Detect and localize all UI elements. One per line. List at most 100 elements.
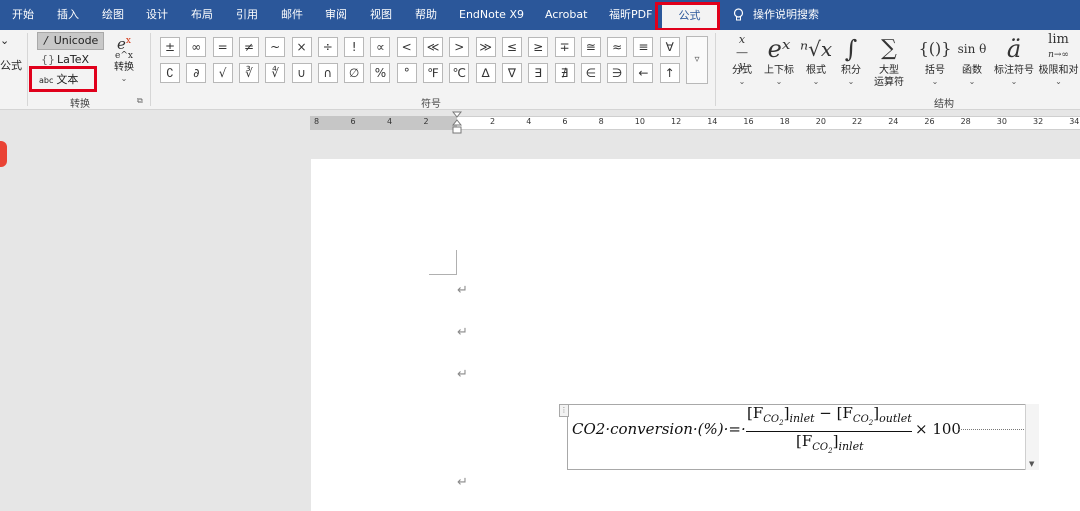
- equation-denominator: [FCO2]inlet: [796, 432, 864, 455]
- script-icon: eˣ: [767, 35, 791, 63]
- ruler-number: 26: [924, 117, 935, 126]
- function-button[interactable]: sin θ 函数 ⌄: [954, 33, 990, 86]
- ribbon-separator: [27, 33, 28, 106]
- symbol-button[interactable]: =: [212, 37, 233, 57]
- large-operator-label: 大型: [879, 65, 899, 76]
- tab-layout[interactable]: 布局: [191, 0, 213, 30]
- tab-help[interactable]: 帮助: [415, 0, 437, 30]
- symbol-button[interactable]: ∀: [659, 37, 680, 57]
- symbol-button[interactable]: ×: [291, 37, 312, 57]
- symbol-button[interactable]: ∃: [528, 63, 549, 83]
- accent-button[interactable]: ä 标注符号 ⌄: [992, 33, 1036, 86]
- symbol-button[interactable]: <: [396, 37, 417, 57]
- text-button[interactable]: abc 文本: [37, 72, 95, 88]
- tab-equation[interactable]: 公式: [662, 3, 717, 30]
- tab-insert[interactable]: 插入: [57, 0, 79, 30]
- symbol-button[interactable]: ∄: [554, 63, 575, 83]
- paragraph-mark: ↵: [457, 325, 468, 340]
- symbol-button[interactable]: ≤: [501, 37, 522, 57]
- fraction-button[interactable]: x ― y 分式 ⌄: [725, 33, 759, 86]
- tab-acrobat[interactable]: Acrobat: [545, 0, 587, 30]
- tell-me-search[interactable]: 操作说明搜索: [753, 0, 819, 30]
- fraction-icon: x ― y: [736, 33, 748, 72]
- symbol-button[interactable]: ∩: [317, 63, 338, 83]
- symbol-button[interactable]: ≅: [580, 37, 601, 57]
- symbol-button[interactable]: ∂: [186, 63, 207, 83]
- limit-icon: lim n→∞: [1048, 33, 1069, 60]
- equation-lhs: CO2·conversion·(%)·=·: [572, 420, 746, 438]
- ruler-number: 8: [598, 117, 604, 126]
- symbol-button[interactable]: ∈: [580, 63, 601, 83]
- tab-mailings[interactable]: 邮件: [281, 0, 303, 30]
- symbol-button[interactable]: ∅: [344, 63, 365, 83]
- symbol-button[interactable]: !: [344, 37, 365, 57]
- integral-label: 积分: [841, 65, 861, 76]
- symbol-button[interactable]: ≠: [238, 37, 259, 57]
- symbol-button[interactable]: ∜: [265, 63, 286, 83]
- symbol-button[interactable]: ∁: [160, 63, 180, 83]
- symbol-button[interactable]: ∛: [238, 63, 259, 83]
- side-tab-badge[interactable]: [0, 141, 7, 167]
- latex-label: LaTeX: [57, 53, 90, 66]
- insert-equation-label[interactable]: 公式: [0, 57, 22, 73]
- denominator-term-sub: CO: [812, 442, 829, 453]
- tab-review[interactable]: 审阅: [325, 0, 347, 30]
- symbol-button[interactable]: ∋: [607, 63, 628, 83]
- symbol-button[interactable]: ≡: [633, 37, 654, 57]
- convert-dialog-launcher-icon[interactable]: ⧉: [137, 96, 143, 106]
- symbol-button[interactable]: ∆: [475, 63, 496, 83]
- text-label: 文本: [56, 73, 79, 86]
- indent-marker-icon[interactable]: [452, 111, 462, 138]
- symbol-button[interactable]: ←: [633, 63, 654, 83]
- bracket-button[interactable]: {()} 括号 ⌄: [917, 33, 953, 86]
- equation-handle-icon[interactable]: ⋮: [559, 404, 569, 417]
- symbol-button[interactable]: ∝: [370, 37, 391, 57]
- symbol-button[interactable]: ∇: [501, 63, 522, 83]
- symbol-button[interactable]: ≈: [607, 37, 628, 57]
- symbol-button[interactable]: ≫: [475, 37, 496, 57]
- tab-references[interactable]: 引用: [236, 0, 258, 30]
- symbol-button[interactable]: ±: [160, 37, 180, 57]
- limit-log-button[interactable]: lim n→∞ 极限和对 ⌄: [1037, 33, 1080, 86]
- large-operator-button[interactable]: ∑ 大型 运算符: [868, 33, 910, 89]
- symbol-button[interactable]: ℉: [423, 63, 443, 83]
- symbol-button[interactable]: ↑: [659, 63, 680, 83]
- tab-design[interactable]: 设计: [146, 0, 168, 30]
- symbols-more-button[interactable]: ▿: [686, 36, 708, 84]
- bracket-label: 括号: [925, 65, 945, 76]
- latex-button[interactable]: {} LaTeX: [37, 52, 104, 68]
- ruler-number: 2: [490, 117, 496, 126]
- symbol-button[interactable]: °: [396, 63, 417, 83]
- symbol-button[interactable]: ∪: [291, 63, 312, 83]
- convert-label: 转换: [114, 62, 134, 73]
- symbol-button[interactable]: ≥: [528, 37, 549, 57]
- symbol-button[interactable]: ℃: [449, 63, 470, 83]
- tab-draw[interactable]: 绘图: [102, 0, 124, 30]
- symbol-button[interactable]: √: [212, 63, 233, 83]
- ribbon-separator: [715, 33, 716, 106]
- radical-button[interactable]: ⁿ√x 根式 ⌄: [800, 33, 832, 86]
- integral-button[interactable]: ∫ 积分 ⌄: [836, 33, 866, 86]
- symbol-button[interactable]: ∞: [186, 37, 207, 57]
- accent-icon: ä: [1006, 35, 1022, 63]
- tab-endnote[interactable]: EndNote X9: [459, 0, 524, 30]
- tab-foxit-pdf[interactable]: 福昕PDF: [609, 0, 652, 30]
- symbol-button[interactable]: %: [370, 63, 391, 83]
- symbol-button[interactable]: ≪: [423, 37, 443, 57]
- text-boundary-corner: [429, 250, 457, 275]
- tab-view[interactable]: 视图: [370, 0, 392, 30]
- integral-caret-icon: ⌄: [847, 77, 855, 86]
- symbol-button[interactable]: ~: [265, 37, 286, 57]
- large-operator-icon: ∑: [881, 36, 897, 61]
- unicode-button[interactable]: / Unicode: [37, 32, 104, 50]
- symbol-button[interactable]: ÷: [317, 37, 338, 57]
- script-button[interactable]: eˣ 上下标 ⌄: [760, 33, 798, 86]
- equation-options-button[interactable]: ▼: [1025, 404, 1039, 470]
- symbol-button[interactable]: ∓: [554, 37, 575, 57]
- symbol-button[interactable]: >: [449, 37, 470, 57]
- tab-home[interactable]: 开始: [12, 0, 34, 30]
- convert-button[interactable]: ex e^x 转换 ⌄: [106, 32, 142, 83]
- denominator-term-inlet: inlet: [838, 440, 864, 453]
- equation-numerator: [FCO2]inlet − [FCO2]outlet: [747, 404, 912, 427]
- convert-caret-icon: ⌄: [120, 74, 128, 83]
